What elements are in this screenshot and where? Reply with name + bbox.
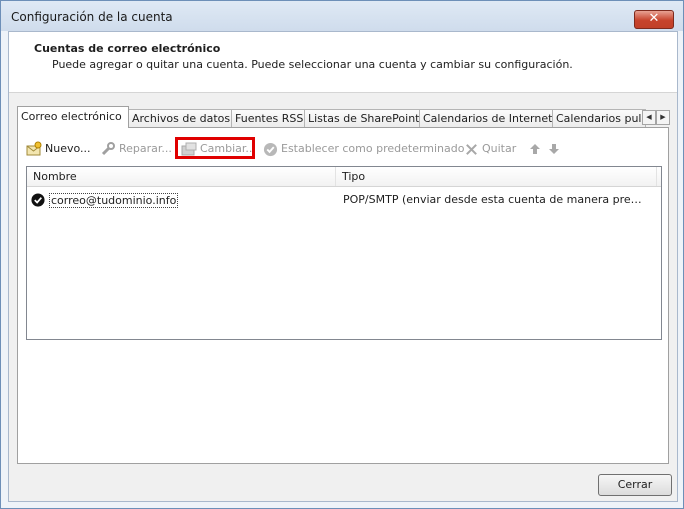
remove-x-icon	[466, 143, 477, 155]
tab-published-calendars[interactable]: Calendarios pul	[552, 109, 646, 127]
tab-sharepoint-lists[interactable]: Listas de SharePoint	[304, 109, 422, 127]
repair-button[interactable]: Reparar...	[100, 140, 172, 158]
accounts-list-header: Nombre Tipo	[27, 167, 661, 187]
accounts-list: Nombre Tipo correo@tudominio.info POP/SM…	[26, 166, 662, 340]
column-header-type[interactable]: Tipo	[336, 167, 657, 186]
remove-button[interactable]: Quitar	[464, 140, 516, 158]
dialog-header: Cuentas de correo electrónico Puede agre…	[9, 32, 677, 93]
tab-scroll-right-icon[interactable]: ▶	[656, 110, 670, 125]
account-type: POP/SMTP (enviar desde esta cuenta de ma…	[343, 193, 643, 206]
arrow-up-icon	[530, 144, 540, 154]
check-circle-icon	[263, 142, 278, 156]
new-account-button[interactable]: Nuevo...	[26, 140, 91, 158]
accounts-toolbar: Nuevo... Reparar... Cambiar... Establece…	[18, 137, 666, 160]
tab-strip: Correo electrónico Archivos de datos Fue…	[17, 106, 670, 128]
wrench-icon	[101, 142, 115, 156]
title-bar: Configuración de la cuenta ✕	[1, 1, 683, 31]
window-title: Configuración de la cuenta	[11, 10, 173, 24]
move-down-button[interactable]	[548, 140, 563, 158]
close-button[interactable]: Cerrar	[598, 474, 672, 496]
header-description: Puede agregar o quitar una cuenta. Puede…	[52, 58, 573, 71]
repair-label: Reparar...	[119, 142, 172, 155]
move-up-button[interactable]	[529, 140, 544, 158]
email-tab-panel: Nuevo... Reparar... Cambiar... Establece…	[17, 127, 669, 464]
column-header-name[interactable]: Nombre	[27, 167, 336, 186]
default-account-check-icon	[31, 193, 45, 207]
window-close-button[interactable]: ✕	[634, 10, 674, 29]
set-default-button[interactable]: Establecer como predeterminado	[263, 140, 464, 158]
header-title: Cuentas de correo electrónico	[34, 42, 221, 55]
account-name: correo@tudominio.info	[49, 193, 179, 208]
change-button[interactable]: Cambiar...	[181, 140, 256, 158]
set-default-label: Establecer como predeterminado	[281, 142, 465, 155]
account-row[interactable]: correo@tudominio.info POP/SMTP (enviar d…	[29, 192, 645, 208]
tab-data-files[interactable]: Archivos de datos	[128, 109, 234, 127]
tab-email[interactable]: Correo electrónico	[17, 106, 129, 128]
change-account-icon	[181, 142, 197, 156]
account-settings-dialog: Configuración de la cuenta ✕ Cuentas de …	[0, 0, 684, 509]
tab-internet-calendars[interactable]: Calendarios de Internet	[419, 109, 555, 127]
dialog-client-area: Cuentas de correo electrónico Puede agre…	[8, 31, 678, 502]
new-account-icon	[26, 141, 42, 156]
close-icon: ✕	[648, 11, 660, 26]
tab-rss-feeds[interactable]: Fuentes RSS	[231, 109, 307, 127]
tab-scroll-left-icon[interactable]: ◀	[642, 110, 656, 125]
remove-label: Quitar	[482, 142, 517, 155]
arrow-down-icon	[549, 144, 559, 154]
new-account-label: Nuevo...	[45, 142, 91, 155]
change-label: Cambiar...	[200, 142, 256, 155]
